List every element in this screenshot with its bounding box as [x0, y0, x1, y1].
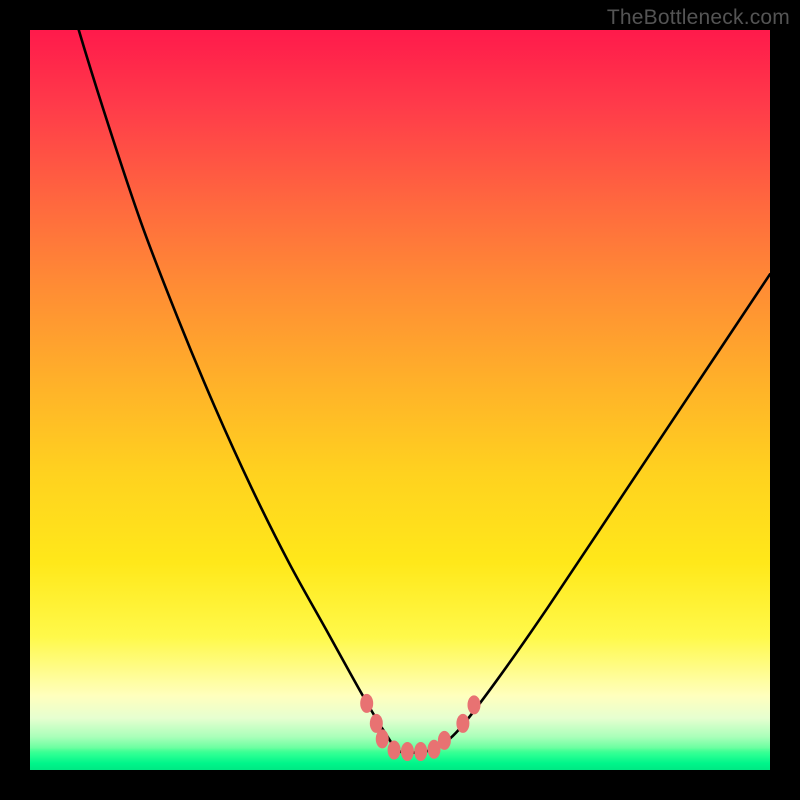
curve-marker [456, 714, 469, 733]
curve-marker [388, 741, 401, 760]
chart-frame: TheBottleneck.com [0, 0, 800, 800]
curve-marker [414, 742, 427, 761]
watermark-label: TheBottleneck.com [607, 6, 790, 30]
curve-marker [438, 731, 451, 750]
curve-path-group [30, 30, 770, 753]
plot-area [30, 30, 770, 770]
curve-marker [401, 742, 414, 761]
bottleneck-curve [30, 30, 770, 753]
curve-markers [360, 694, 480, 761]
curve-marker [360, 694, 373, 713]
curve-marker [376, 729, 389, 748]
curve-marker [468, 695, 481, 714]
curve-layer [30, 30, 770, 770]
